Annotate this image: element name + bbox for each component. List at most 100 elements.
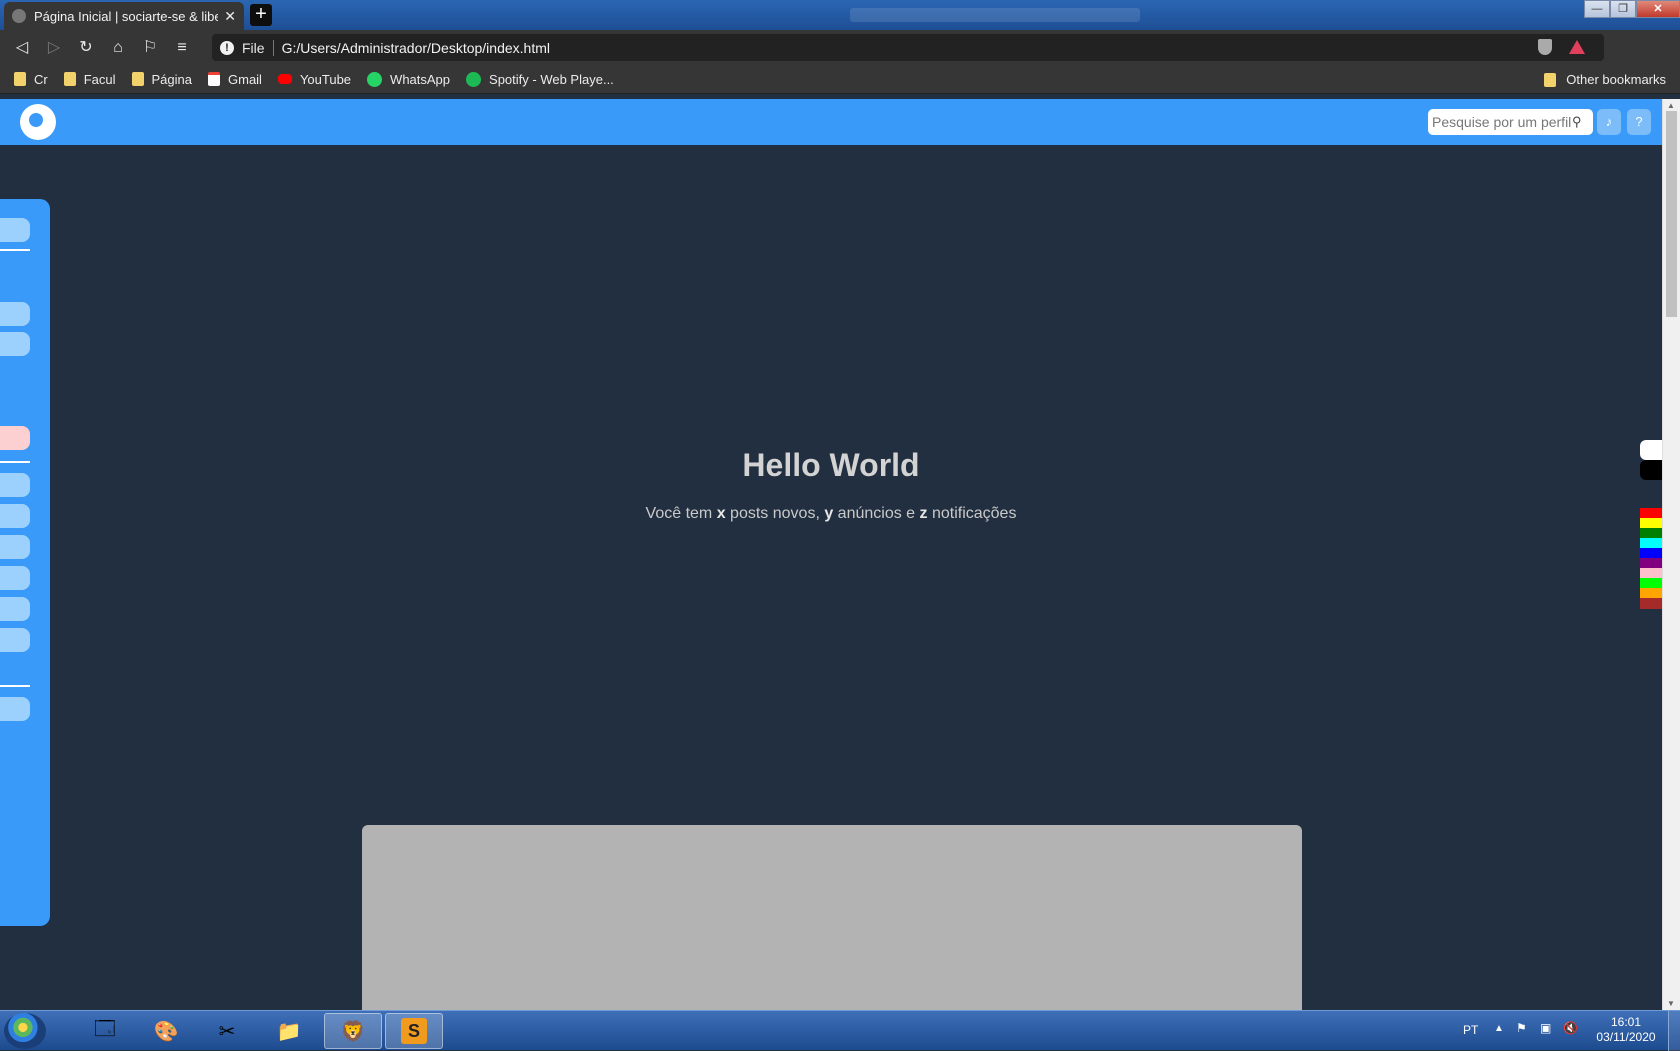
bookmark-cr[interactable]: Cr (14, 72, 48, 87)
ads-count: y (824, 505, 834, 522)
folder-icon: 📁 (276, 1020, 302, 1043)
bookmark-pagina[interactable]: Página (131, 71, 192, 87)
sidebar-item[interactable] (0, 332, 30, 356)
forward-button[interactable]: ▷ (38, 32, 70, 64)
sidebar-item[interactable] (0, 302, 30, 326)
bookmark-gmail[interactable]: Gmail (208, 72, 262, 87)
scrollbar-thumb[interactable] (1666, 111, 1677, 317)
bookmark-facul[interactable]: Facul (63, 71, 116, 87)
browser-tab[interactable]: Página Inicial | sociarte-se & liber ✕ (4, 2, 244, 30)
bookmark-label: Cr (34, 71, 48, 87)
maximize-button[interactable]: ❐ (1610, 0, 1636, 18)
whatsapp-icon (367, 71, 383, 87)
site-info-icon[interactable]: ! (220, 40, 234, 55)
tab-close-icon[interactable]: ✕ (224, 8, 236, 25)
bookmark-youtube[interactable]: YouTube (277, 72, 351, 87)
system-clock[interactable]: 16:01 03/11/2020 (1588, 1015, 1664, 1045)
hero-text: Você tem (645, 505, 717, 522)
notifications-bell-icon[interactable]: ♪ (1597, 109, 1621, 135)
sidebar-divider (0, 685, 30, 687)
other-bookmarks-label: Other bookmarks (1566, 72, 1666, 87)
action-center-flag-icon[interactable]: ⚑ (1516, 1021, 1527, 1035)
start-button[interactable] (4, 1013, 46, 1049)
taskbar-app-sublime[interactable]: S (385, 1013, 443, 1049)
page-viewport: ⚲ ♪ ? Hello World Você tem x posts novos… (0, 99, 1662, 1010)
browser-titlebar: Página Inicial | sociarte-se & liber ✕ +… (0, 0, 1680, 30)
window-icon: 🗔 (94, 1018, 116, 1040)
language-indicator[interactable]: PT (1463, 1023, 1478, 1037)
sidebar-item[interactable] (0, 628, 30, 652)
taskbar-app-snipping-tool[interactable]: ✂ (198, 1013, 256, 1049)
spotify-icon (466, 71, 482, 87)
reader-mode-button[interactable]: ≡ (166, 32, 198, 64)
notifications-count: z (919, 505, 928, 522)
help-icon[interactable]: ? (1627, 109, 1651, 135)
new-tab-button[interactable]: + (250, 4, 272, 26)
search-input[interactable] (1432, 114, 1572, 130)
hero-text: notificações (927, 505, 1017, 522)
url-text[interactable]: G:/Users/Administrador/Desktop/index.htm… (282, 40, 550, 56)
clock-time: 16:01 (1610, 1015, 1642, 1029)
other-bookmarks[interactable]: Other bookmarks (1544, 72, 1666, 87)
sidebar-item[interactable] (0, 597, 30, 621)
bookmark-label: Facul (83, 71, 116, 87)
page-scrollbar[interactable]: ▲ ▼ (1662, 99, 1680, 1010)
sidebar-item[interactable] (0, 566, 30, 590)
show-hidden-icons-icon[interactable]: ▲ (1494, 1023, 1504, 1034)
close-window-button[interactable]: ✕ (1636, 0, 1680, 18)
paint-palette-icon: 🎨 (153, 1020, 179, 1043)
bookmark-page-button[interactable]: ⚐ (134, 32, 166, 64)
content-card (362, 825, 1302, 1010)
bookmark-label: WhatsApp (390, 71, 451, 87)
theme-swatch[interactable] (1640, 440, 1662, 460)
volume-muted-icon[interactable]: 🔇 (1563, 1021, 1578, 1035)
sidebar-divider (0, 249, 30, 251)
hero-text: anúncios e (833, 505, 920, 522)
sidebar-item[interactable] (0, 535, 30, 559)
theme-swatch[interactable] (1640, 460, 1662, 480)
minimize-button[interactable]: — (1584, 0, 1610, 18)
profile-search[interactable]: ⚲ (1428, 109, 1593, 135)
taskbar-app-explorer-window[interactable]: 🗔 (76, 1013, 134, 1049)
sidebar (0, 199, 50, 926)
hero-title: Hello World (742, 447, 920, 483)
bookmarks-bar: Cr Facul Página Gmail YouTube WhatsApp S… (0, 65, 1680, 94)
page-favicon-icon (12, 9, 26, 23)
show-desktop-button[interactable] (1668, 1011, 1680, 1051)
background-window-title (850, 8, 1140, 22)
home-button[interactable]: ⌂ (102, 32, 134, 64)
brave-shield-icon[interactable] (1538, 39, 1552, 55)
tab-title: Página Inicial | sociarte-se & liber (34, 8, 219, 24)
clock-date: 03/11/2020 (1596, 1030, 1656, 1044)
folder-icon (63, 72, 76, 86)
youtube-icon (277, 74, 292, 84)
color-swatch[interactable] (1640, 598, 1662, 609)
bookmark-label: Página (151, 71, 192, 87)
back-button[interactable]: ◁ (6, 32, 38, 64)
gmail-icon (208, 72, 220, 86)
brave-lion-icon: 🦁 (340, 1020, 366, 1043)
network-icon[interactable]: ▣ (1540, 1021, 1551, 1035)
scroll-up-arrow-icon[interactable]: ▲ (1667, 101, 1675, 110)
search-icon[interactable]: ⚲ (1572, 114, 1582, 130)
scroll-down-arrow-icon[interactable]: ▼ (1667, 999, 1675, 1008)
address-bar[interactable]: ! File G:/Users/Administrador/Desktop/in… (212, 34, 1604, 61)
reload-button[interactable]: ↻ (70, 32, 102, 64)
window-controls: — ❐ ✕ (1584, 0, 1680, 18)
bookmark-spotify[interactable]: Spotify - Web Playe... (466, 71, 614, 87)
site-logo-icon[interactable] (20, 104, 56, 140)
brave-rewards-icon[interactable] (1569, 40, 1585, 54)
sidebar-item[interactable] (0, 218, 30, 242)
folder-icon (131, 72, 144, 86)
folder-icon (14, 72, 26, 86)
bookmark-whatsapp[interactable]: WhatsApp (367, 71, 451, 87)
folder-icon (1544, 72, 1557, 87)
posts-count: x (716, 505, 726, 522)
taskbar-app-file-explorer[interactable]: 📁 (260, 1013, 318, 1049)
taskbar-app-brave[interactable]: 🦁 (324, 1013, 382, 1049)
sidebar-item[interactable] (0, 697, 30, 721)
windows-taskbar: 🗔 🎨 ✂ 📁 🦁 S PT ▲ ⚑ ▣ 🔇 16:01 03/11/2020 (0, 1010, 1680, 1051)
bookmark-label: Spotify - Web Playe... (489, 71, 614, 87)
taskbar-app-paint[interactable]: 🎨 (137, 1013, 195, 1049)
bookmark-label: Gmail (228, 71, 262, 87)
